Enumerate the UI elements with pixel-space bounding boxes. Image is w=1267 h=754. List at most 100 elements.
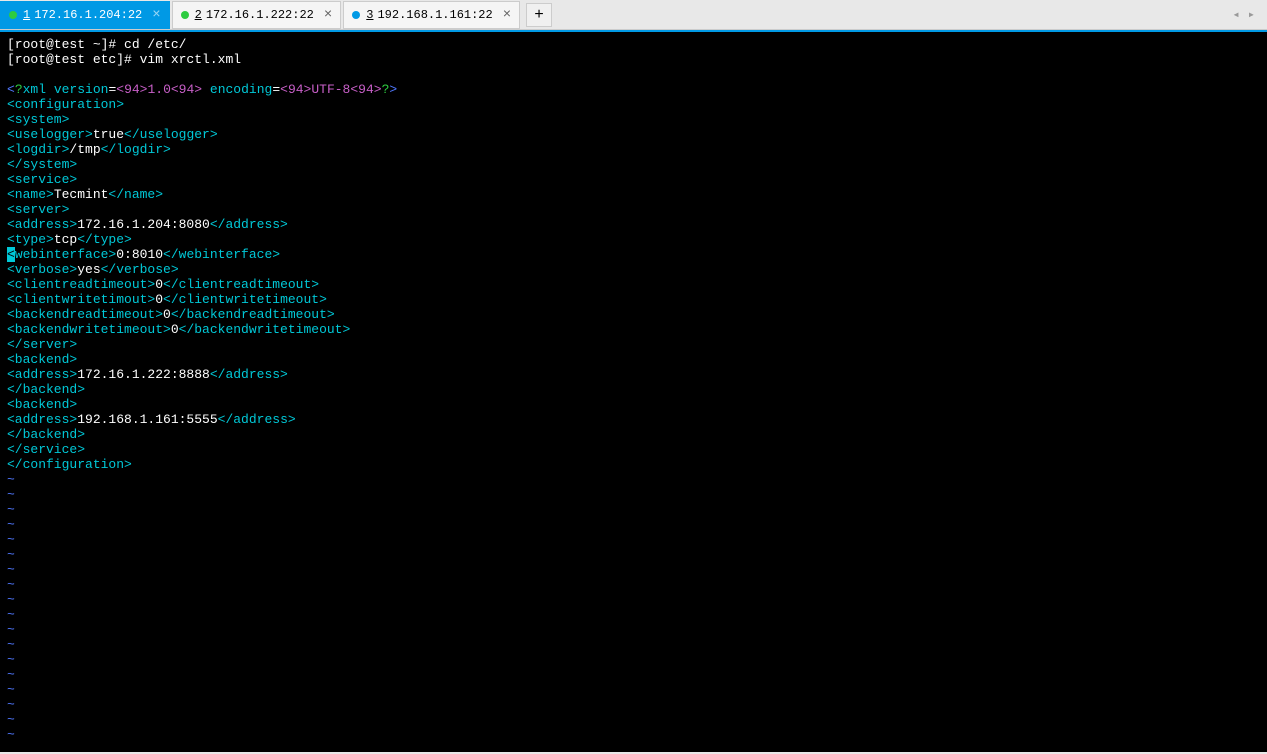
- xml-tag: <name>: [7, 187, 54, 202]
- vim-tilde: ~: [7, 682, 15, 697]
- xml-tag: </backend>: [7, 427, 85, 442]
- vim-tilde: ~: [7, 667, 15, 682]
- vim-tilde: ~: [7, 502, 15, 517]
- tab-2[interactable]: 2 172.16.1.222:22 ×: [172, 1, 342, 29]
- xml-tag: </address>: [218, 412, 296, 427]
- xml-tag: <type>: [7, 232, 54, 247]
- xml-tag: </server>: [7, 337, 77, 352]
- shell-command: vim xrctl.xml: [140, 52, 241, 67]
- xml-text: 0: [171, 322, 179, 337]
- xml-tag: </service>: [7, 442, 85, 457]
- tab-label: 172.16.1.204:22: [34, 8, 142, 22]
- tab-number: 3: [366, 8, 373, 22]
- xml-enc-label: encoding: [210, 82, 272, 97]
- xml-tag: <system>: [7, 112, 69, 127]
- xml-decl-start: <: [7, 82, 15, 97]
- xml-tag: <service>: [7, 172, 77, 187]
- xml-q: ?: [15, 82, 23, 97]
- vim-tilde: ~: [7, 637, 15, 652]
- vim-tilde: ~: [7, 487, 15, 502]
- xml-decl: xml version: [23, 82, 109, 97]
- terminal-output[interactable]: [root@test ~]# cd /etc/ [root@test etc]#…: [0, 32, 1267, 752]
- xml-eq: =: [272, 82, 280, 97]
- tab-bar: 1 172.16.1.204:22 × 2 172.16.1.222:22 × …: [0, 0, 1267, 30]
- next-tab-icon[interactable]: ▸: [1244, 7, 1259, 22]
- vim-tilde: ~: [7, 547, 15, 562]
- xml-tag: <verbose>: [7, 262, 77, 277]
- xml-tag: <address>: [7, 367, 77, 382]
- xml-tag: <uselogger>: [7, 127, 93, 142]
- xml-tag: </clientwritetimeout>: [163, 292, 327, 307]
- vim-tilde: ~: [7, 727, 15, 742]
- vim-tilde: ~: [7, 592, 15, 607]
- vim-tilde: ~: [7, 562, 15, 577]
- vim-tilde: ~: [7, 712, 15, 727]
- xml-tag: <clientwritetimout>: [7, 292, 155, 307]
- vim-tilde: ~: [7, 697, 15, 712]
- xml-text: yes: [77, 262, 100, 277]
- xml-text: /tmp: [69, 142, 100, 157]
- prev-tab-icon[interactable]: ◂: [1229, 7, 1244, 22]
- vim-tilde: ~: [7, 607, 15, 622]
- tab-number: 1: [23, 8, 30, 22]
- status-dot-icon: [181, 11, 189, 19]
- xml-tag: <backendwritetimeout>: [7, 322, 171, 337]
- status-dot-icon: [352, 11, 360, 19]
- xml-text: 0: [163, 307, 171, 322]
- xml-tag: </backendreadtimeout>: [171, 307, 335, 322]
- close-icon[interactable]: ×: [152, 7, 160, 23]
- vim-tilde: ~: [7, 622, 15, 637]
- cursor: <: [7, 247, 15, 262]
- close-icon[interactable]: ×: [503, 7, 511, 23]
- xml-text: tcp: [54, 232, 77, 247]
- xml-text: 172.16.1.204:8080: [77, 217, 210, 232]
- tab-label: 192.168.1.161:22: [377, 8, 492, 22]
- close-icon[interactable]: ×: [324, 7, 332, 23]
- shell-prompt: [root@test ~]#: [7, 37, 124, 52]
- xml-tag: <backend>: [7, 352, 77, 367]
- shell-prompt: [root@test etc]#: [7, 52, 140, 67]
- xml-text: 172.16.1.222:8888: [77, 367, 210, 382]
- vim-tilde: ~: [7, 577, 15, 592]
- xml-text: 0: [155, 292, 163, 307]
- xml-tag: <clientreadtimeout>: [7, 277, 155, 292]
- xml-tag: webinterface>: [15, 247, 116, 262]
- xml-tag: <configuration>: [7, 97, 124, 112]
- xml-tag: </webinterface>: [163, 247, 280, 262]
- vim-tilde: ~: [7, 532, 15, 547]
- tab-1[interactable]: 1 172.16.1.204:22 ×: [0, 1, 170, 29]
- status-dot-icon: [9, 11, 17, 19]
- xml-tag: <address>: [7, 217, 77, 232]
- xml-tag: </logdir>: [101, 142, 171, 157]
- xml-decl-end: >: [389, 82, 397, 97]
- shell-command: cd /etc/: [124, 37, 186, 52]
- xml-tag: </configuration>: [7, 457, 132, 472]
- add-tab-button[interactable]: +: [526, 3, 552, 27]
- xml-tag: <backend>: [7, 397, 77, 412]
- xml-tag: </backend>: [7, 382, 85, 397]
- xml-tag: </address>: [210, 217, 288, 232]
- xml-tag: </system>: [7, 157, 77, 172]
- xml-tag: </name>: [108, 187, 163, 202]
- xml-tag: <backendreadtimeout>: [7, 307, 163, 322]
- xml-text: Tecmint: [54, 187, 109, 202]
- tab-3[interactable]: 3 192.168.1.161:22 ×: [343, 1, 520, 29]
- xml-ver: <94>1.0<94>: [116, 82, 202, 97]
- vim-tilde: ~: [7, 517, 15, 532]
- xml-tag: </address>: [210, 367, 288, 382]
- tab-number: 2: [195, 8, 202, 22]
- xml-text: 192.168.1.161:5555: [77, 412, 217, 427]
- xml-tag: </uselogger>: [124, 127, 218, 142]
- xml-text: true: [93, 127, 124, 142]
- xml-tag: <address>: [7, 412, 77, 427]
- xml-tag: </clientreadtimeout>: [163, 277, 319, 292]
- xml-tag: </type>: [77, 232, 132, 247]
- xml-tag: </backendwritetimeout>: [179, 322, 351, 337]
- vim-tilde: ~: [7, 652, 15, 667]
- xml-text: 0: [155, 277, 163, 292]
- xml-tag: </verbose>: [101, 262, 179, 277]
- tab-label: 172.16.1.222:22: [206, 8, 314, 22]
- vim-tilde: ~: [7, 472, 15, 487]
- xml-text: 0:8010: [116, 247, 163, 262]
- xml-tag: <logdir>: [7, 142, 69, 157]
